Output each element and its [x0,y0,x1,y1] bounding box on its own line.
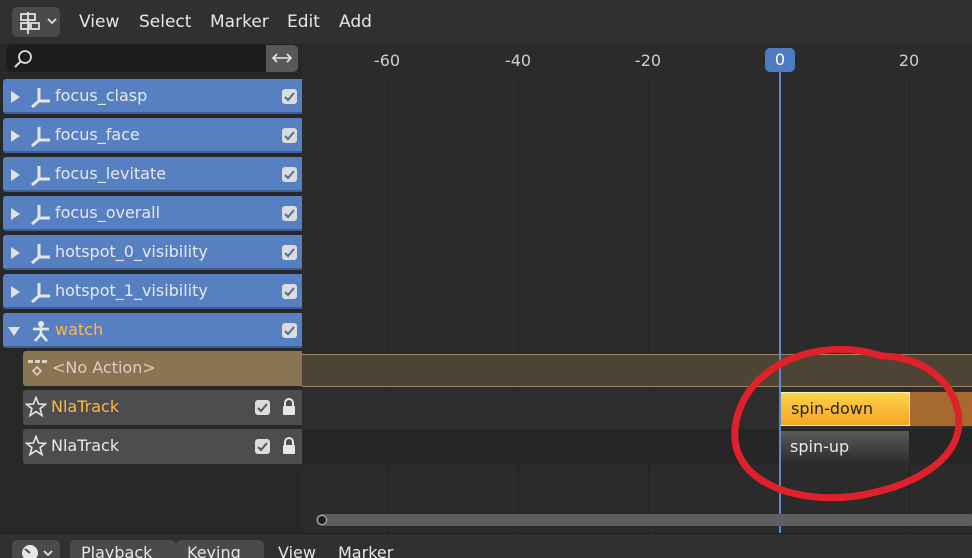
action-keyframes-icon [28,360,47,377]
action-line-row[interactable]: <No Action> [23,351,302,386]
expand-triangle-icon[interactable] [11,130,20,142]
channel-search-input[interactable] [6,45,266,72]
double-arrow-icon [271,53,293,63]
channel-checkbox[interactable] [282,167,297,182]
channel-watch[interactable]: watch [3,313,302,348]
footer-menu-marker[interactable]: Marker [338,543,393,558]
channel-checkbox[interactable] [282,89,297,104]
track-checkbox[interactable] [255,400,270,415]
channel-label: focus_levitate [55,164,167,183]
tick-label: -40 [504,51,532,70]
pose-armature-icon [33,321,49,342]
channel-label: hotspot_0_visibility [55,242,208,261]
clock-icon [22,545,53,558]
track-label: NlaTrack [51,436,120,455]
menu-add[interactable]: Add [339,12,372,32]
expand-triangle-icon[interactable] [11,286,20,298]
action-label: <No Action> [52,358,156,377]
menu-view[interactable]: View [79,12,119,32]
armature-icon [31,166,50,186]
checkmark-icon [284,209,295,219]
playback-dropdown[interactable]: Playback [70,540,176,558]
checkmark-icon [257,403,268,413]
nla-track-row[interactable]: NlaTrack [23,429,302,464]
action-line-background [302,354,972,387]
collapse-triangle-icon[interactable] [8,327,20,336]
channel-checkbox[interactable] [282,245,297,260]
checkmark-icon [257,442,268,452]
channel-checkbox[interactable] [282,128,297,143]
armature-icon [31,244,50,264]
current-frame-badge[interactable]: 0 [765,48,795,72]
channel-focus-levitate[interactable]: focus_levitate [3,157,302,192]
footer-bar: Playback Keying View Marker [0,533,972,558]
checkmark-icon [284,326,295,336]
track-label: NlaTrack [51,397,120,416]
checkmark-icon [284,248,295,258]
nla-timeline[interactable]: -60 -40 -20 20 spin-down spin-up 0 [302,44,972,533]
timeline-editor-type-button[interactable] [12,540,60,558]
menu-select[interactable]: Select [139,12,191,32]
keying-dropdown[interactable]: Keying [176,540,264,558]
header-bar: View Select Marker Edit Add [0,0,972,45]
star-icon[interactable] [25,396,47,418]
scrollbar-handle[interactable] [317,515,327,525]
strip-spin-down[interactable]: spin-down [780,392,910,426]
armature-icon [31,88,50,108]
star-icon[interactable] [25,435,47,457]
checkmark-icon [284,92,295,102]
menu-marker[interactable]: Marker [210,12,269,32]
checkmark-icon [284,170,295,180]
strip-spin-up[interactable]: spin-up [780,431,909,465]
chevron-down-icon [47,18,57,25]
expand-triangle-icon[interactable] [11,169,20,181]
menu-edit[interactable]: Edit [287,12,320,32]
channel-focus-face[interactable]: focus_face [3,118,302,153]
playhead-line[interactable] [779,72,781,533]
channel-checkbox[interactable] [282,206,297,221]
tick-label: 20 [898,51,920,70]
armature-icon [31,127,50,147]
channel-label: focus_clasp [55,86,148,105]
strip-spin-down-extension [910,392,972,426]
expand-triangle-icon[interactable] [11,91,20,103]
armature-icon [31,283,50,303]
search-icon [14,50,32,68]
frame-ruler[interactable]: -60 -40 -20 20 [302,44,972,76]
tick-label: -20 [634,51,662,70]
nla-track-row[interactable]: NlaTrack [23,390,302,425]
nla-editor-icon [20,12,40,34]
lock-icon[interactable] [281,398,297,416]
horizontal-scrollbar[interactable] [316,514,972,526]
checkmark-icon [284,287,295,297]
channel-label: focus_overall [55,203,161,222]
lock-icon[interactable] [281,437,297,455]
checkmark-icon [284,131,295,141]
expand-triangle-icon[interactable] [11,208,20,220]
invert-filter-button[interactable] [266,45,298,72]
channel-focus-clasp[interactable]: focus_clasp [3,79,302,114]
channel-label: hotspot_1_visibility [55,281,208,300]
footer-menu-view[interactable]: View [278,543,316,558]
editor-type-button[interactable] [12,7,60,37]
track-checkbox[interactable] [255,439,270,454]
channel-label: watch [55,320,104,339]
channel-label: focus_face [55,125,140,144]
tick-label: -60 [373,51,401,70]
expand-triangle-icon[interactable] [11,247,20,259]
channel-checkbox[interactable] [282,284,297,299]
armature-icon [31,205,50,225]
channel-list: focus_clasp focus_face focus_levitate fo… [0,78,302,533]
channel-checkbox[interactable] [282,323,297,338]
channel-focus-overall[interactable]: focus_overall [3,196,302,231]
channel-hotspot-0-visibility[interactable]: hotspot_0_visibility [3,235,302,270]
channel-hotspot-1-visibility[interactable]: hotspot_1_visibility [3,274,302,309]
